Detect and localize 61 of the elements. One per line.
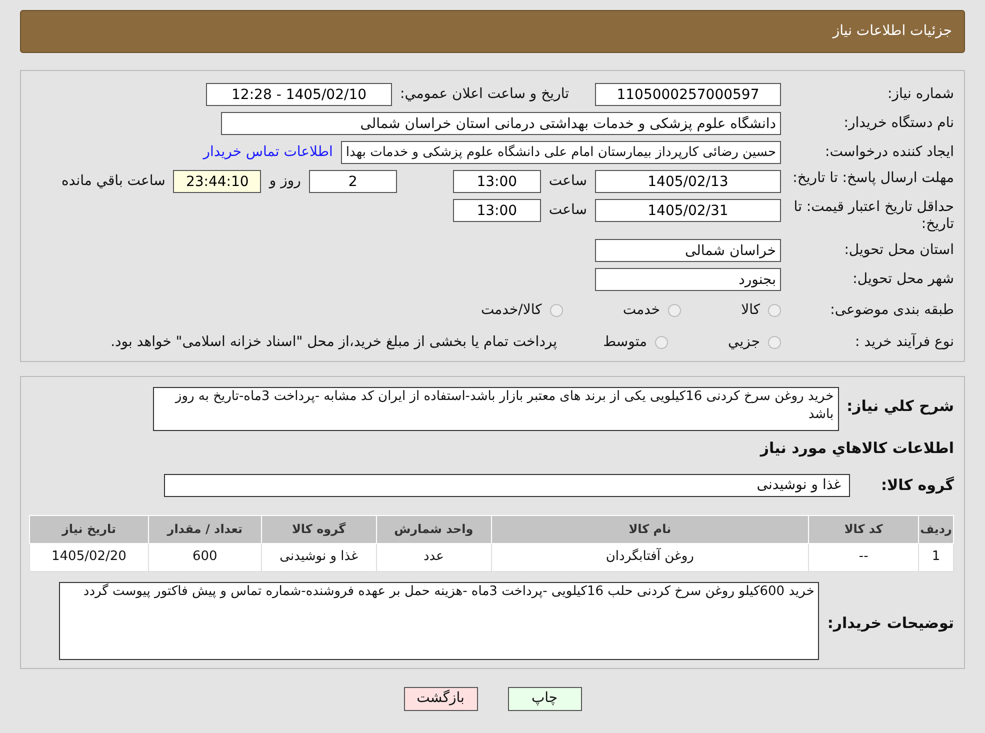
radio-label: متوسط bbox=[603, 332, 648, 352]
print-button[interactable]: چاپ bbox=[508, 686, 582, 710]
text-field[interactable]: 1405/02/10 - 12:28 bbox=[206, 83, 392, 106]
field-label: مهلت ارسال پاسخ: تا تاریخ: bbox=[792, 170, 954, 187]
table-cell: 600 bbox=[148, 543, 262, 571]
field-label: نام دستگاه خریدار: bbox=[842, 114, 954, 133]
field-label: گروه کالا: bbox=[880, 474, 954, 496]
radio-button[interactable] bbox=[550, 304, 563, 316]
text-field[interactable]: حسین رضائی کارپرداز بیمارستان امام علی دانشگاه علوم پزشکی و خدمات بهدا bbox=[340, 141, 781, 164]
field-label: توضیحات خریدار: bbox=[826, 612, 954, 634]
payment-note: پرداخت تمام یا بخشی از مبلغ خرید،از محل "اسناد خزانه اسلامی" خواهد بود. bbox=[110, 332, 558, 352]
text-area[interactable]: خرید روغن سرخ کردنی 16کیلویی یکی از برند های معتبر بازار باشد-استفاده از ایران کد مشابه -پرداخت 3ماه-تاریخ به روز باشد bbox=[152, 387, 839, 431]
page-title: جزئیات اطلاعات نیاز bbox=[832, 22, 952, 41]
table-cell: روغن آفتابگردان bbox=[491, 543, 809, 571]
radio-button[interactable] bbox=[668, 304, 682, 316]
radio-button[interactable] bbox=[768, 336, 781, 348]
field-label: شماره نیاز: bbox=[886, 85, 954, 104]
field-label: روز و bbox=[269, 172, 301, 191]
column-header: نام کالا bbox=[491, 515, 809, 543]
field-label: نوع فرآیند خرید : bbox=[854, 332, 954, 352]
column-header: کد کالا bbox=[808, 515, 919, 543]
field-label: شرح کلي نیاز: bbox=[846, 396, 954, 417]
section-heading: اطلاعات کالاهاي مورد نیاز bbox=[758, 438, 954, 459]
column-header: واحد شمارش bbox=[376, 515, 492, 543]
field-label: تاریخ و ساعت اعلان عمومي: bbox=[400, 85, 569, 104]
field-label: طبقه بندی موضوعی: bbox=[829, 300, 954, 320]
back-button[interactable]: بازگشت bbox=[404, 686, 478, 710]
field-label: ساعت bbox=[548, 201, 587, 220]
field-label: شهر محل تحویل: bbox=[852, 270, 954, 289]
field-label: ساعت باقي مانده bbox=[62, 172, 166, 191]
radio-button[interactable] bbox=[768, 304, 781, 316]
field-label: ساعت bbox=[548, 172, 587, 191]
text-field[interactable]: بجنورد bbox=[595, 268, 781, 291]
field-label: حداقل تاریخ اعتبار قیمت: تا تاریخ: bbox=[792, 199, 954, 233]
text-field[interactable]: 13:00 bbox=[452, 199, 541, 222]
buyer-contact-link[interactable]: اطلاعات تماس خریدار bbox=[203, 142, 333, 163]
text-field[interactable]: 1405/02/31 bbox=[595, 199, 781, 222]
radio-button[interactable] bbox=[655, 336, 668, 348]
table-cell: -- bbox=[808, 543, 919, 571]
table-cell: 1405/02/20 bbox=[30, 543, 148, 571]
text-field[interactable]: غذا و نوشیدنی bbox=[164, 474, 850, 496]
radio-label: خدمت bbox=[622, 300, 660, 320]
table-cell: غذا و نوشیدنی bbox=[261, 543, 376, 571]
table-cell: 1 bbox=[918, 543, 954, 571]
text-field[interactable]: 13:00 bbox=[452, 170, 541, 193]
field-label: ایجاد کننده درخواست: bbox=[824, 143, 954, 162]
radio-label: کالا bbox=[741, 300, 760, 320]
text-field[interactable]: 1405/02/13 bbox=[595, 170, 781, 193]
radio-label: جزيي bbox=[728, 332, 760, 352]
text-field[interactable]: 2 bbox=[308, 170, 397, 193]
text-area[interactable]: خرید 600کیلو روغن سرخ کردنی حلب 16کیلویی -پرداخت 3ماه -هزینه حمل بر عهده فروشنده-شماره تماس و پیش فاکتور پیوست گردد bbox=[59, 582, 820, 660]
radio-label: کالا/خدمت bbox=[480, 300, 542, 320]
column-header: تاریخ نیاز bbox=[30, 515, 148, 543]
column-header: گروه کالا bbox=[261, 515, 376, 543]
column-header: تعداد / مقدار bbox=[148, 515, 262, 543]
field-label: استان محل تحویل: bbox=[843, 241, 954, 260]
table-cell: عدد bbox=[376, 543, 492, 571]
text-field[interactable]: خراسان شمالی bbox=[595, 239, 781, 262]
text-field[interactable]: 1105000257000597 bbox=[595, 83, 781, 106]
column-header: ردیف bbox=[918, 515, 954, 543]
text-field[interactable]: 23:44:10 bbox=[173, 170, 262, 193]
